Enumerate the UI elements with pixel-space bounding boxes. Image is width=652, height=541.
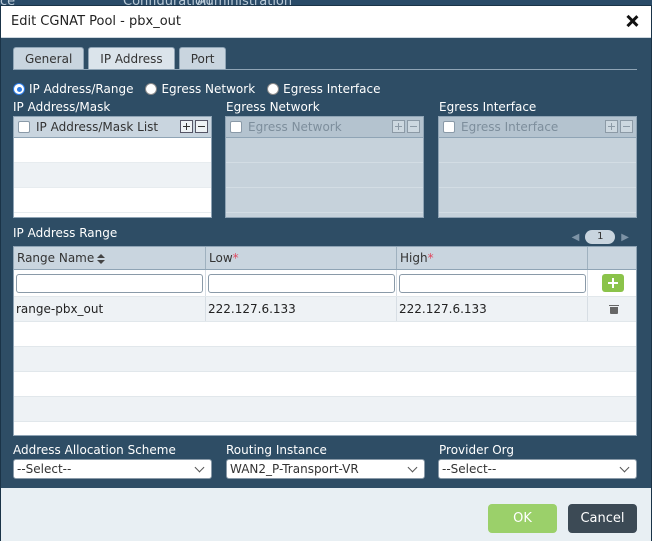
trash-icon[interactable] <box>609 304 619 314</box>
ip-mask-grid: IP Address/Mask List <box>13 116 212 218</box>
egress-network-grid-header: Egress Network <box>226 117 423 138</box>
ip-mask-section-label: IP Address/Mask <box>13 100 111 114</box>
add-icon[interactable] <box>180 120 193 133</box>
range-name-input[interactable] <box>16 273 203 293</box>
remove-icon <box>407 120 420 133</box>
routing-instance-select[interactable]: WAN2_P-Transport-VR <box>226 459 425 479</box>
grid-row <box>226 138 423 163</box>
radio-label: Egress Network <box>161 82 256 96</box>
select-all-checkbox <box>230 121 242 133</box>
egress-interface-grid-header: Egress Interface <box>439 117 636 138</box>
table-row[interactable]: range-pbx_out 222.127.6.133 222.127.6.13… <box>14 297 636 322</box>
radio-unselected-icon[interactable] <box>267 83 280 95</box>
ip-mask-grid-header: IP Address/Mask List <box>14 117 211 138</box>
egress-interface-grid: Egress Interface <box>438 116 637 218</box>
egress-interface-column-header: Egress Interface <box>461 120 559 134</box>
edit-cgnat-pool-dialog: Edit CGNAT Pool - pbx_out General IP Add… <box>0 5 652 541</box>
select-all-checkbox <box>443 121 455 133</box>
cancel-button[interactable]: Cancel <box>568 504 637 533</box>
provider-org-select[interactable]: --Select-- <box>438 459 637 479</box>
ip-range-section-label: IP Address Range <box>13 226 118 240</box>
radio-egress-network[interactable]: Egress Network <box>145 82 255 96</box>
egress-interface-section-label: Egress Interface <box>439 100 537 114</box>
table-row <box>14 322 636 347</box>
tab-port[interactable]: Port <box>178 47 227 70</box>
page-number: 1 <box>585 230 616 244</box>
sort-icon[interactable] <box>97 253 106 264</box>
range-pager: ◀ 1 ▶ <box>572 230 629 244</box>
next-page-icon[interactable]: ▶ <box>621 232 629 243</box>
grid-row <box>14 188 211 213</box>
range-name-column-header[interactable]: Range Name <box>14 247 206 269</box>
remove-icon <box>620 120 633 133</box>
add-icon <box>392 120 405 133</box>
allocation-scheme-select[interactable]: --Select-- <box>13 459 212 479</box>
egress-network-grid: Egress Network <box>225 116 424 218</box>
select-all-checkbox[interactable] <box>18 121 30 133</box>
select-value: WAN2_P-Transport-VR <box>230 462 359 476</box>
low-column-header: Low* <box>206 247 397 269</box>
radio-label: Egress Interface <box>283 82 381 96</box>
select-value: --Select-- <box>17 462 72 476</box>
grid-row <box>439 163 636 188</box>
radio-selected-icon[interactable] <box>13 83 25 95</box>
low-ip-input[interactable] <box>208 273 395 293</box>
tab-bar: General IP Address Port <box>13 47 227 70</box>
dialog-title: Edit CGNAT Pool - pbx_out <box>11 14 181 29</box>
allocation-scheme-label: Address Allocation Scheme <box>13 443 176 457</box>
radio-label: IP Address/Range <box>29 82 134 96</box>
ok-button[interactable]: OK <box>488 504 557 533</box>
new-range-input-row <box>14 270 636 297</box>
ip-range-grid-header: Range Name Low* High* <box>14 247 636 270</box>
radio-egress-interface[interactable]: Egress Interface <box>267 82 380 96</box>
tab-ip-address[interactable]: IP Address <box>88 47 175 70</box>
high-column-header: High* <box>397 247 588 269</box>
table-row <box>14 347 636 372</box>
select-value: --Select-- <box>442 462 497 476</box>
high-ip-cell: 222.127.6.133 <box>397 297 588 321</box>
routing-instance-label: Routing Instance <box>226 443 327 457</box>
range-name-cell: range-pbx_out <box>14 297 206 321</box>
radio-ip-address-range[interactable]: IP Address/Range <box>13 82 133 96</box>
dialog-footer: OK Cancel <box>1 488 651 541</box>
grid-row <box>14 138 211 163</box>
grid-row <box>439 188 636 213</box>
high-ip-input[interactable] <box>399 273 586 293</box>
grid-row <box>226 163 423 188</box>
chevron-down-icon <box>407 462 418 473</box>
close-icon[interactable] <box>625 13 639 29</box>
remove-icon[interactable] <box>195 120 208 133</box>
tab-general[interactable]: General <box>13 47 85 70</box>
ip-mask-column-header: IP Address/Mask List <box>36 120 159 134</box>
table-row <box>14 372 636 397</box>
low-ip-cell: 222.127.6.133 <box>206 297 397 321</box>
egress-network-column-header: Egress Network <box>248 120 342 134</box>
grid-row <box>14 163 211 188</box>
grid-row <box>439 138 636 163</box>
source-type-radio-group: IP Address/Range Egress Network Egress I… <box>13 82 380 96</box>
egress-network-section-label: Egress Network <box>226 100 320 114</box>
prev-page-icon[interactable]: ◀ <box>572 232 580 243</box>
radio-unselected-icon[interactable] <box>145 83 158 95</box>
ip-range-grid: Range Name Low* High* range-pbx_out 222.… <box>13 246 637 436</box>
table-row <box>14 397 636 422</box>
dialog-titlebar: Edit CGNAT Pool - pbx_out <box>1 6 651 38</box>
add-icon <box>605 120 618 133</box>
grid-row <box>226 188 423 213</box>
add-range-button[interactable] <box>602 274 624 292</box>
action-column-header <box>588 247 636 269</box>
provider-org-label: Provider Org <box>439 443 515 457</box>
chevron-down-icon <box>619 462 630 473</box>
tab-divider <box>13 69 637 70</box>
chevron-down-icon <box>194 462 205 473</box>
